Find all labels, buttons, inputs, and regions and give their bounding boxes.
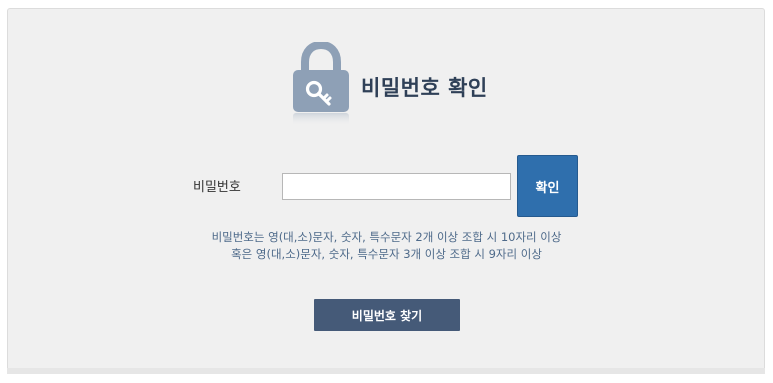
password-hint-line-1: 비밀번호는 영(대,소)문자, 숫자, 특수문자 2개 이상 조합 시 10자리… (211, 230, 562, 244)
find-password-button[interactable]: 비밀번호 찾기 (314, 299, 460, 331)
panel-bottom-shadow (7, 368, 765, 374)
page-title: 비밀번호 확인 (361, 76, 488, 100)
lock-key-icon (291, 40, 351, 126)
password-hint: 비밀번호는 영(대,소)문자, 숫자, 특수문자 2개 이상 조합 시 10자리… (0, 229, 773, 263)
confirm-button[interactable]: 확인 (517, 155, 578, 217)
password-label: 비밀번호 (193, 180, 241, 195)
password-input[interactable] (282, 173, 511, 200)
password-hint-line-2: 혹은 영(대,소)문자, 숫자, 특수문자 3개 이상 조합 시 9자리 이상 (231, 247, 542, 261)
